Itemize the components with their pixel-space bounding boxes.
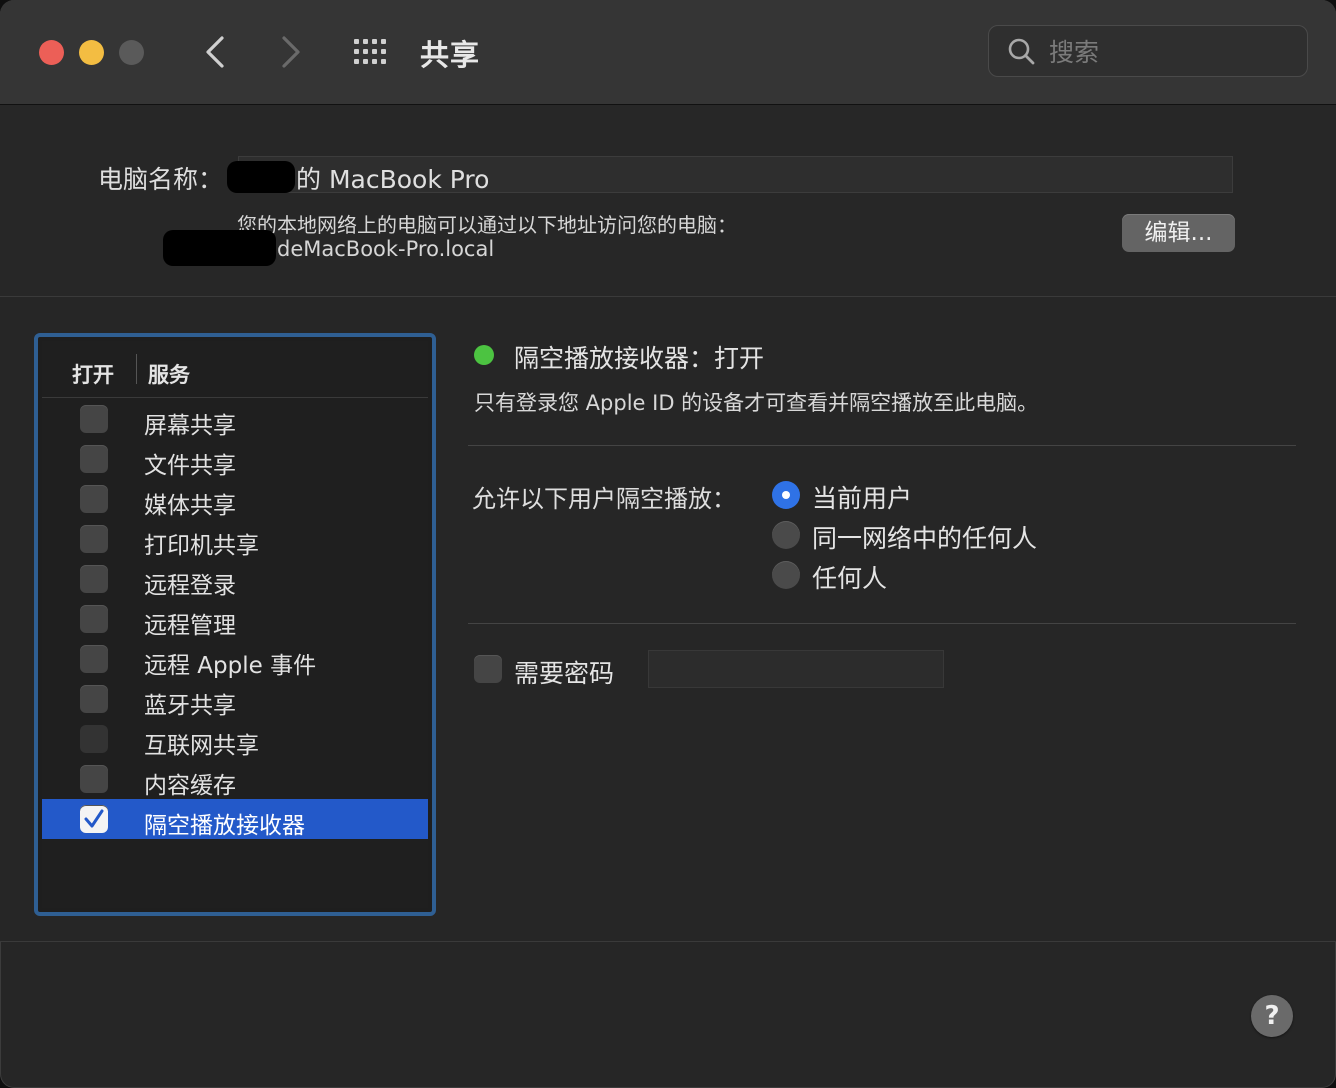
close-button[interactable] (39, 40, 64, 65)
service-row-remote-management[interactable]: 远程管理 (42, 599, 428, 639)
service-row-internet-sharing[interactable]: 互联网共享 (42, 719, 428, 759)
service-row-airplay-receiver[interactable]: 隔空播放接收器 (42, 799, 428, 839)
service-row-file-sharing[interactable]: 文件共享 (42, 439, 428, 479)
search-box[interactable] (988, 25, 1308, 77)
radio-label: 同一网络中的任何人 (812, 524, 1038, 553)
service-checkbox[interactable] (80, 565, 108, 593)
service-checkbox[interactable] (80, 445, 108, 473)
service-label: 内容缓存 (144, 773, 236, 799)
system-preferences-window: 共享 电脑名称： 的 MacBook Pro 您的本地网络上的电脑可以通过以下地… (0, 0, 1336, 1088)
service-checkbox (80, 725, 108, 753)
computer-name-field[interactable]: 的 MacBook Pro (227, 156, 1233, 194)
minimize-button[interactable] (79, 40, 104, 65)
service-description: 只有登录您 Apple ID 的设备才可查看并隔空播放至此电脑。 (474, 391, 1039, 415)
service-checkbox[interactable] (80, 485, 108, 513)
service-label: 蓝牙共享 (144, 693, 236, 719)
column-header-service[interactable]: 服务 (148, 359, 190, 389)
services-list-box: 打开 服务 屏幕共享 文件共享 媒体共享 打印机共享 远程登录 远程管理 远程 … (34, 333, 436, 916)
radio-button[interactable] (772, 481, 800, 509)
checkmark-icon (84, 809, 104, 828)
service-label: 隔空播放接收器 (144, 813, 305, 839)
help-button[interactable]: ? (1251, 995, 1293, 1037)
computer-name-section: 电脑名称： 的 MacBook Pro 您的本地网络上的电脑可以通过以下地址访问… (0, 105, 1336, 296)
services-list: 屏幕共享 文件共享 媒体共享 打印机共享 远程登录 远程管理 远程 Apple … (42, 399, 428, 839)
column-separator (136, 354, 137, 384)
back-button[interactable] (196, 30, 236, 74)
service-label: 打印机共享 (144, 533, 259, 559)
services-list-header: 打开 服务 (42, 341, 428, 398)
edit-button[interactable]: 编辑... (1122, 214, 1235, 252)
search-input[interactable] (1047, 34, 1291, 70)
service-row-printer-sharing[interactable]: 打印机共享 (42, 519, 428, 559)
service-label: 屏幕共享 (144, 413, 236, 439)
service-row-media-sharing[interactable]: 媒体共享 (42, 479, 428, 519)
service-label: 文件共享 (144, 453, 236, 479)
service-checkbox[interactable] (80, 685, 108, 713)
address-hint: 您的本地网络上的电脑可以通过以下地址访问您的电脑： (237, 213, 737, 237)
column-header-on[interactable]: 打开 (72, 359, 114, 389)
service-checkbox[interactable] (80, 805, 108, 833)
divider (468, 445, 1296, 446)
chevron-right-icon (282, 36, 300, 68)
require-password-label[interactable]: 需要密码 (514, 654, 614, 690)
grid-icon (354, 39, 386, 64)
service-label: 媒体共享 (144, 493, 236, 519)
allow-users-label: 允许以下用户隔空播放： (472, 485, 736, 513)
redaction-mark (227, 161, 295, 193)
title-bar: 共享 (0, 0, 1336, 105)
local-hostname: deMacBook-Pro.local (277, 237, 495, 261)
service-label: 远程 Apple 事件 (144, 653, 317, 679)
sharing-main-section: 打开 服务 屏幕共享 文件共享 媒体共享 打印机共享 远程登录 远程管理 远程 … (0, 296, 1336, 942)
service-row-screen-sharing[interactable]: 屏幕共享 (42, 399, 428, 439)
show-all-grid-button[interactable] (352, 38, 392, 68)
status-indicator-dot (474, 345, 494, 365)
service-label: 远程登录 (144, 573, 236, 599)
service-status-text: 隔空播放接收器：打开 (514, 344, 765, 373)
chevron-left-icon (206, 36, 224, 68)
require-password-checkbox[interactable] (474, 655, 502, 683)
service-row-remote-apple-events[interactable]: 远程 Apple 事件 (42, 639, 428, 679)
service-label: 远程管理 (144, 613, 236, 639)
radio-button[interactable] (772, 561, 800, 589)
service-row-bluetooth-sharing[interactable]: 蓝牙共享 (42, 679, 428, 719)
redaction-mark (163, 230, 276, 266)
zoom-button[interactable] (119, 40, 144, 65)
divider (468, 623, 1296, 624)
password-field (648, 650, 944, 688)
computer-name-label: 电脑名称： (98, 165, 224, 194)
service-checkbox[interactable] (80, 525, 108, 553)
radio-label: 当前用户 (812, 484, 913, 513)
service-checkbox[interactable] (80, 605, 108, 633)
service-row-remote-login[interactable]: 远程登录 (42, 559, 428, 599)
window-title: 共享 (420, 38, 481, 72)
service-checkbox[interactable] (80, 405, 108, 433)
radio-button[interactable] (772, 521, 800, 549)
service-checkbox[interactable] (80, 765, 108, 793)
service-label: 互联网共享 (144, 733, 259, 759)
computer-name-value: 的 MacBook Pro (296, 165, 490, 194)
service-checkbox[interactable] (80, 645, 108, 673)
search-icon (1008, 38, 1035, 65)
radio-label: 任何人 (812, 564, 888, 593)
forward-button[interactable] (270, 30, 310, 74)
service-row-content-caching[interactable]: 内容缓存 (42, 759, 428, 799)
